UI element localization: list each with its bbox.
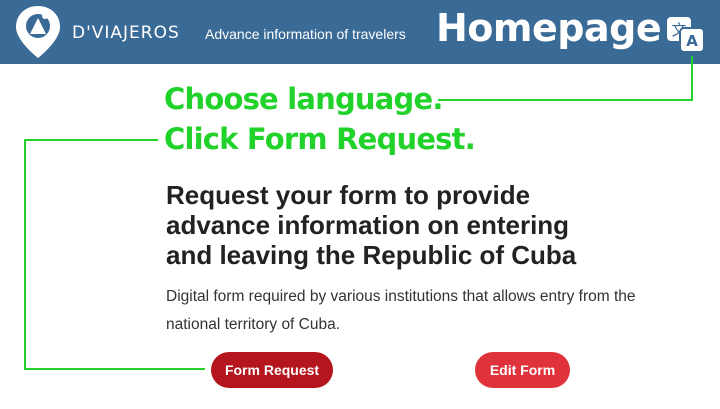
annotation-choose-language: Choose language.	[164, 82, 443, 116]
main-description: Digital form required by various institu…	[166, 288, 636, 333]
brand-name[interactable]: D'VIAJEROS	[72, 23, 180, 43]
svg-text:A: A	[686, 32, 698, 50]
brand-tagline: Advance information of travelers	[205, 26, 406, 42]
main-heading: Request your form to provide advance inf…	[166, 180, 577, 270]
edit-form-button[interactable]: Edit Form	[475, 352, 570, 388]
location-pin-logo-icon[interactable]	[14, 4, 62, 60]
annotation-click-form-request: Click Form Request.	[164, 122, 476, 156]
top-header: D'VIAJEROS Advance information of travel…	[0, 0, 720, 64]
page-title: Homepage	[436, 6, 662, 50]
form-request-button[interactable]: Form Request	[211, 352, 333, 388]
translate-icon[interactable]: 文 A	[664, 14, 706, 54]
